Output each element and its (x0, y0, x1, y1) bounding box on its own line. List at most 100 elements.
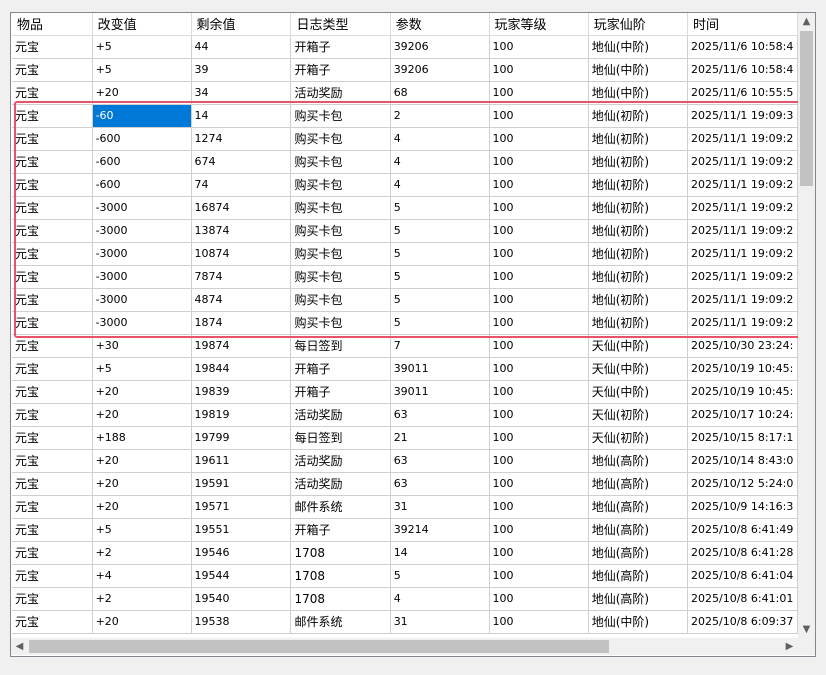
cell-level[interactable]: 100 (489, 449, 589, 473)
cell-level[interactable]: 100 (489, 610, 589, 634)
cell-log-type[interactable]: 1708 (290, 541, 391, 565)
cell-level[interactable]: 100 (489, 104, 589, 128)
cell-remaining[interactable]: 1874 (191, 311, 292, 335)
cell-param[interactable]: 5 (390, 288, 490, 312)
cell-item[interactable]: 元宝 (12, 518, 93, 542)
cell-time[interactable]: 2025/10/9 14:16:3 (687, 495, 798, 519)
cell-item[interactable]: 元宝 (12, 242, 93, 266)
cell-level[interactable]: 100 (489, 242, 589, 266)
cell-item[interactable]: 元宝 (12, 403, 93, 427)
cell-param[interactable]: 31 (390, 610, 490, 634)
cell-item[interactable]: 元宝 (12, 541, 93, 565)
cell-log-type[interactable]: 开箱子 (290, 35, 391, 59)
cell-log-type[interactable]: 每日签到 (290, 334, 391, 358)
column-header-remaining[interactable]: 剩余值 (191, 13, 292, 36)
cell-time[interactable]: 2025/11/6 10:55:5 (687, 81, 798, 105)
cell-time[interactable]: 2025/10/12 5:24:0 (687, 472, 798, 496)
cell-remaining[interactable]: 19591 (191, 472, 292, 496)
cell-remaining[interactable]: 4874 (191, 288, 292, 312)
cell-time[interactable]: 2025/11/1 19:09:2 (687, 196, 798, 220)
cell-item[interactable]: 元宝 (12, 127, 93, 151)
cell-item[interactable]: 元宝 (12, 426, 93, 450)
cell-item[interactable]: 元宝 (12, 311, 93, 335)
cell-level[interactable]: 100 (489, 35, 589, 59)
cell-param[interactable]: 4 (390, 127, 490, 151)
cell-level[interactable]: 100 (489, 81, 589, 105)
table-row[interactable]: 元宝 +2 19546 1708 14 100 地仙(高阶) 2025/10/8 6:41:2… (12, 541, 798, 565)
table-row[interactable]: 元宝 +5 19844 开箱子 39011 100 天仙(中阶) 2025/10/19 10:… (12, 357, 798, 381)
cell-level[interactable]: 100 (489, 403, 589, 427)
cell-time[interactable]: 2025/10/8 6:41:04 (687, 564, 798, 588)
cell-item[interactable]: 元宝 (12, 173, 93, 197)
cell-rank[interactable]: 地仙(中阶) (588, 81, 689, 105)
cell-time[interactable]: 2025/10/8 6:41:01 (687, 587, 798, 611)
table-row[interactable]: 元宝 -60 14 购买卡包 2 100 地仙(初阶) 2025/11/1 19:09:3 (12, 104, 798, 128)
cell-log-type[interactable]: 购买卡包 (290, 242, 391, 266)
table-row[interactable]: 元宝 -3000 10874 购买卡包 5 100 地仙(初阶) 2025/11/1 19:0… (12, 242, 798, 266)
cell-param[interactable]: 39011 (390, 357, 490, 381)
cell-time[interactable]: 2025/10/15 8:17:1 (687, 426, 798, 450)
cell-item[interactable]: 元宝 (12, 35, 93, 59)
cell-log-type[interactable]: 开箱子 (290, 357, 391, 381)
cell-rank[interactable]: 地仙(高阶) (588, 541, 689, 565)
cell-item[interactable]: 元宝 (12, 196, 93, 220)
cell-param[interactable]: 63 (390, 472, 490, 496)
cell-param[interactable]: 5 (390, 219, 490, 243)
cell-remaining[interactable]: 19844 (191, 357, 292, 381)
cell-remaining[interactable]: 19551 (191, 518, 292, 542)
cell-level[interactable]: 100 (489, 380, 589, 404)
cell-change[interactable]: -600 (92, 127, 192, 151)
vertical-scrollbar[interactable]: ▲ ▼ (798, 13, 815, 638)
cell-rank[interactable]: 地仙(高阶) (588, 472, 689, 496)
cell-param[interactable]: 5 (390, 564, 490, 588)
cell-log-type[interactable]: 活动奖励 (290, 403, 391, 427)
cell-time[interactable]: 2025/11/1 19:09:3 (687, 104, 798, 128)
cell-level[interactable]: 100 (489, 587, 589, 611)
column-header-log-type[interactable]: 日志类型 (290, 13, 391, 36)
cell-param[interactable]: 5 (390, 265, 490, 289)
cell-rank[interactable]: 地仙(初阶) (588, 219, 689, 243)
table-row[interactable]: 元宝 -3000 1874 购买卡包 5 100 地仙(初阶) 2025/11/1 19:09… (12, 311, 798, 335)
cell-item[interactable]: 元宝 (12, 334, 93, 358)
cell-time[interactable]: 2025/10/8 6:41:28 (687, 541, 798, 565)
column-header-player-rank[interactable]: 玩家仙阶 (588, 13, 689, 36)
cell-log-type[interactable]: 开箱子 (290, 518, 391, 542)
cell-param[interactable]: 21 (390, 426, 490, 450)
column-header-player-level[interactable]: 玩家等级 (489, 13, 589, 36)
cell-change[interactable]: -3000 (92, 242, 192, 266)
cell-time[interactable]: 2025/11/1 19:09:2 (687, 127, 798, 151)
cell-log-type[interactable]: 开箱子 (290, 380, 391, 404)
cell-log-type[interactable]: 活动奖励 (290, 449, 391, 473)
cell-level[interactable]: 100 (489, 58, 589, 82)
table-row[interactable]: 元宝 -3000 13874 购买卡包 5 100 地仙(初阶) 2025/11/1 19:0… (12, 219, 798, 243)
cell-time[interactable]: 2025/10/19 10:45: (687, 357, 798, 381)
cell-param[interactable]: 39206 (390, 58, 490, 82)
cell-param[interactable]: 4 (390, 173, 490, 197)
cell-log-type[interactable]: 购买卡包 (290, 104, 391, 128)
table-row[interactable]: 元宝 -600 1274 购买卡包 4 100 地仙(初阶) 2025/11/1 19:09:… (12, 127, 798, 151)
cell-change[interactable]: +20 (92, 610, 192, 634)
cell-item[interactable]: 元宝 (12, 610, 93, 634)
table-row[interactable]: 元宝 +2 19540 1708 4 100 地仙(高阶) 2025/10/8 6:41:01 (12, 587, 798, 611)
cell-change[interactable]: +20 (92, 380, 192, 404)
cell-rank[interactable]: 天仙(中阶) (588, 357, 689, 381)
cell-change[interactable]: -600 (92, 173, 192, 197)
cell-change[interactable]: +20 (92, 403, 192, 427)
scroll-down-icon[interactable]: ▼ (798, 621, 815, 638)
cell-log-type[interactable]: 1708 (290, 587, 391, 611)
data-grid[interactable]: 物品 改变值 剩余值 日志类型 参数 玩家等级 玩家仙阶 时间 元宝 +5 44 开箱… (11, 13, 798, 638)
cell-item[interactable]: 元宝 (12, 150, 93, 174)
cell-log-type[interactable]: 购买卡包 (290, 173, 391, 197)
cell-rank[interactable]: 地仙(初阶) (588, 311, 689, 335)
cell-level[interactable]: 100 (489, 541, 589, 565)
cell-rank[interactable]: 地仙(初阶) (588, 265, 689, 289)
column-header-time[interactable]: 时间 (687, 13, 798, 36)
table-row[interactable]: 元宝 +4 19544 1708 5 100 地仙(高阶) 2025/10/8 6:41:04 (12, 564, 798, 588)
cell-remaining[interactable]: 19544 (191, 564, 292, 588)
cell-item[interactable]: 元宝 (12, 564, 93, 588)
cell-log-type[interactable]: 每日签到 (290, 426, 391, 450)
cell-level[interactable]: 100 (489, 564, 589, 588)
cell-param[interactable]: 2 (390, 104, 490, 128)
cell-remaining[interactable]: 13874 (191, 219, 292, 243)
cell-log-type[interactable]: 邮件系统 (290, 610, 391, 634)
